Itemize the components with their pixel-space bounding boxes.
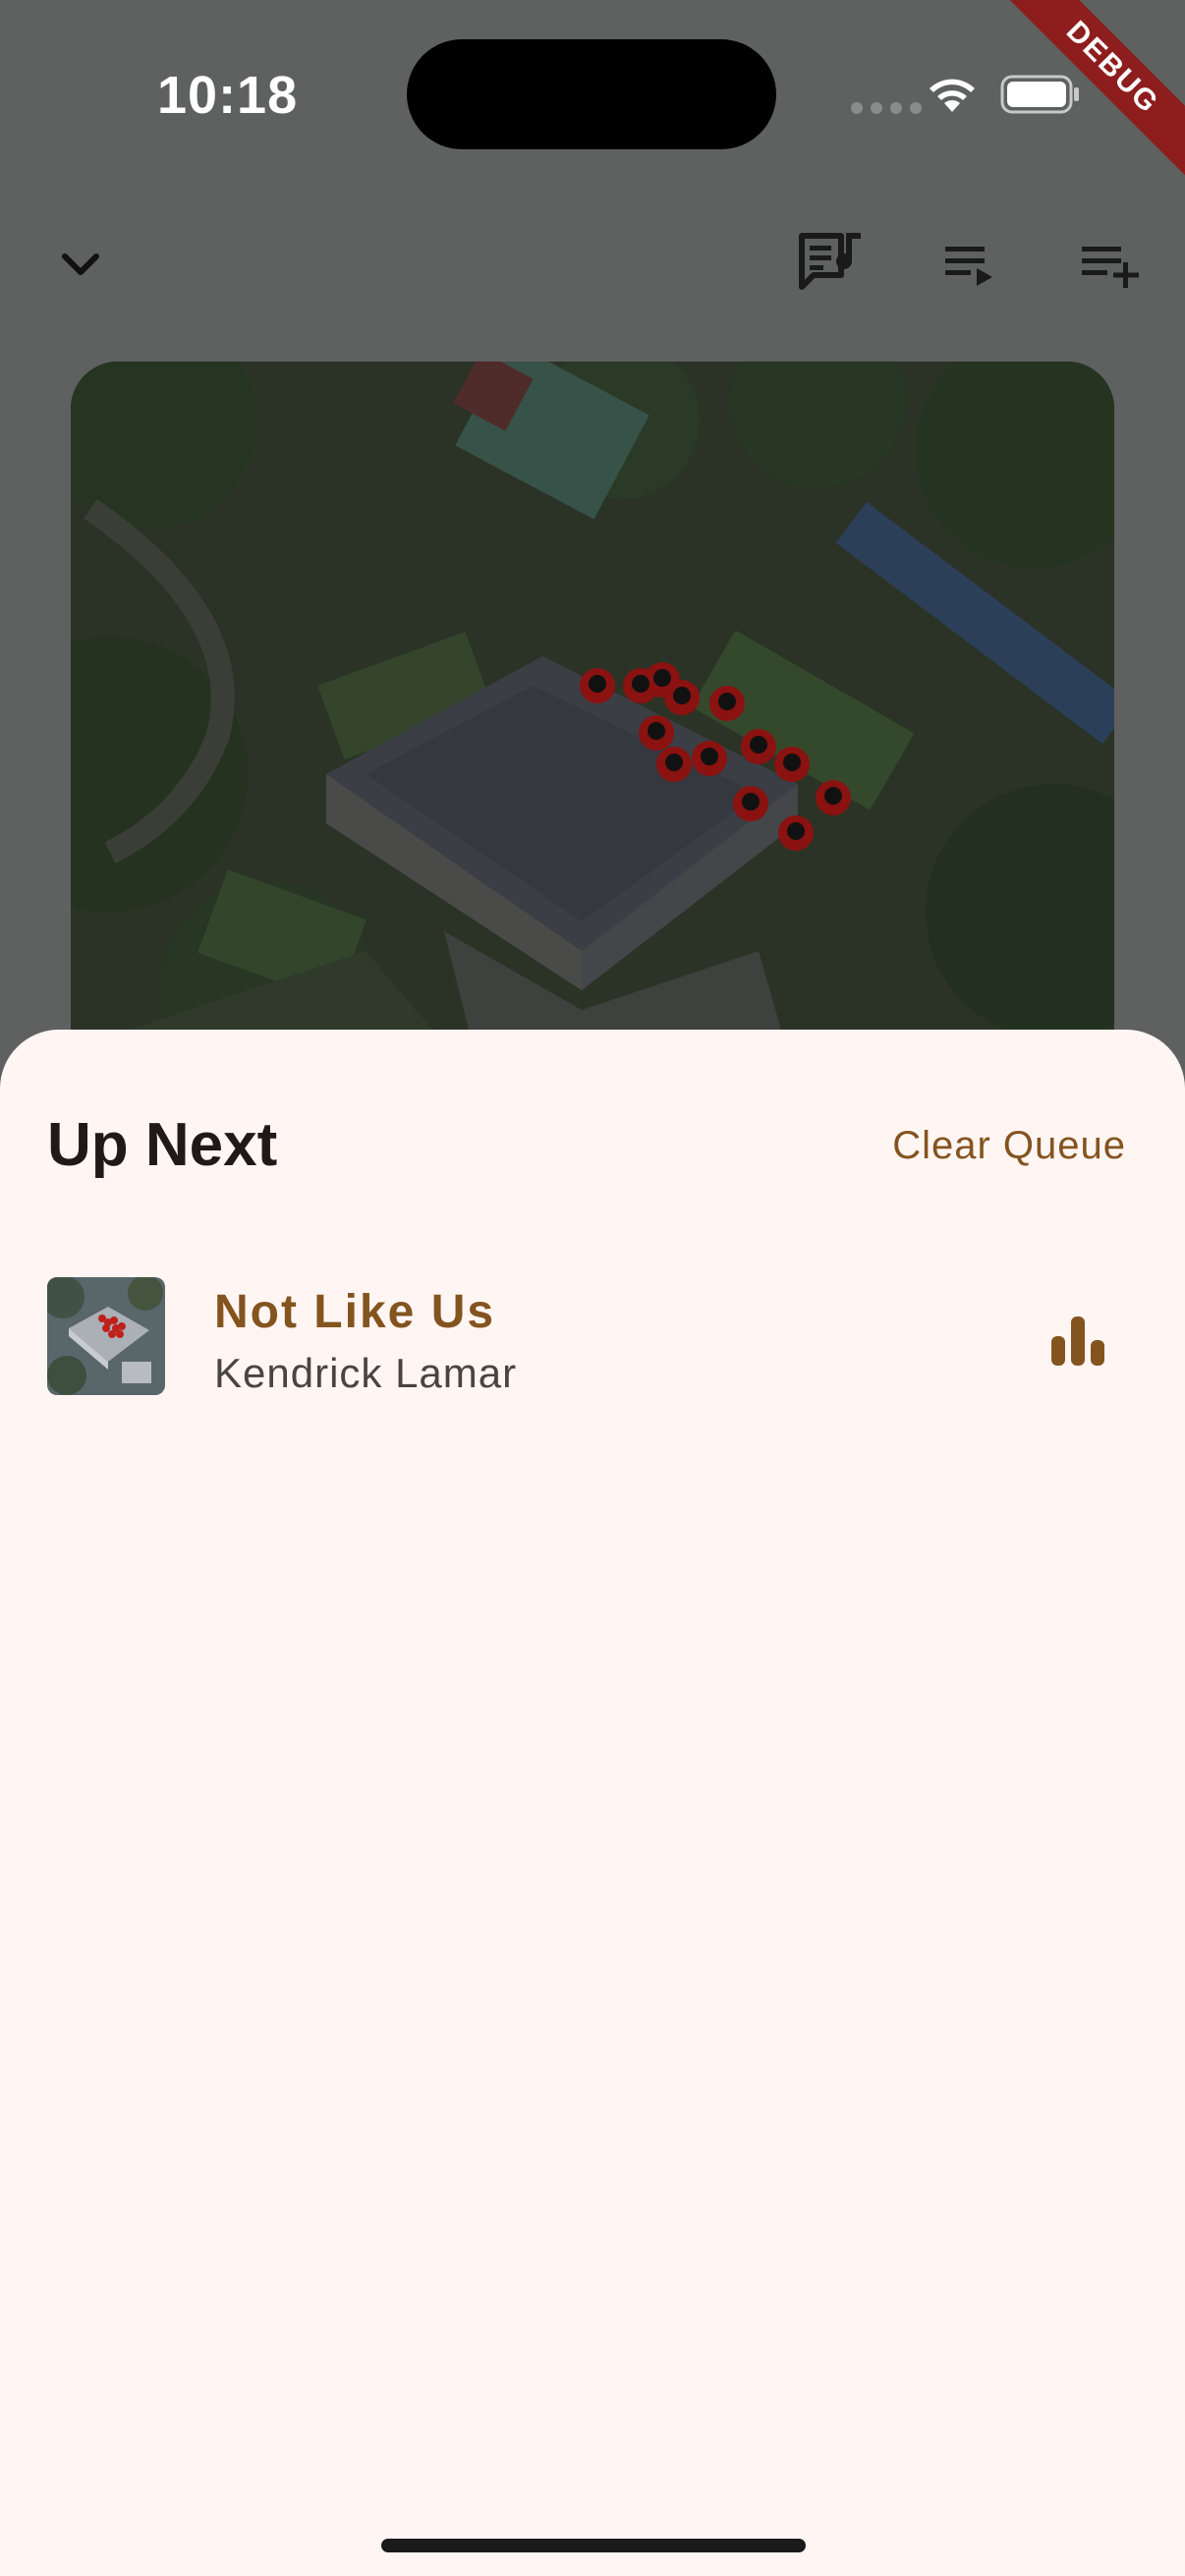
track-artist: Kendrick Lamar — [214, 1350, 518, 1396]
wifi-icon — [930, 79, 975, 112]
queue-title: Up Next — [47, 1111, 278, 1179]
collapse-player-button[interactable] — [41, 226, 120, 305]
queue-bottom-sheet: Up Next Clear Queue Not Like Us Kendrick… — [0, 1030, 1185, 2576]
dynamic-island — [407, 39, 776, 149]
chevron-down-icon — [62, 253, 99, 275]
battery-icon — [1000, 75, 1079, 114]
playlist-add-icon — [1082, 247, 1139, 288]
home-indicator[interactable] — [381, 2539, 806, 2552]
status-time: 10:18 — [157, 66, 299, 125]
queue-icon — [945, 247, 992, 286]
equalizer-icon — [1051, 1316, 1104, 1366]
album-artwork — [71, 362, 1114, 1089]
queue-track-row[interactable]: Not Like Us Kendrick Lamar — [0, 1277, 1185, 1399]
add-to-playlist-button[interactable] — [1071, 226, 1150, 305]
cellular-signal-icon — [851, 102, 922, 114]
lyrics-icon — [799, 233, 861, 290]
track-title: Not Like Us — [214, 1286, 496, 1338]
lyrics-button[interactable] — [792, 222, 871, 301]
clear-queue-button[interactable]: Clear Queue — [892, 1124, 1126, 1168]
track-artwork-thumbnail — [47, 1277, 165, 1395]
queue-button[interactable] — [930, 226, 1008, 305]
